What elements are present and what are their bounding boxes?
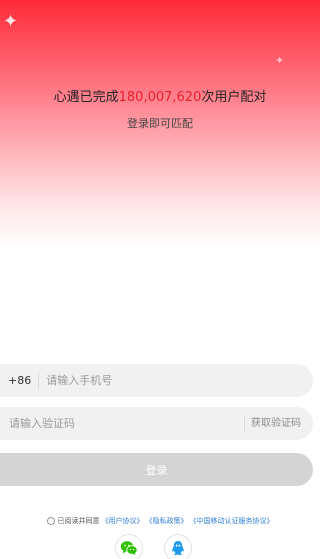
cmcc-auth-agreement-link[interactable]: 《中国移动认证服务协议》 xyxy=(190,516,274,526)
sparkle-icon: ✦ xyxy=(275,54,285,67)
agreement-row: 已阅读并同意 《用户协议》 《隐私政策》 《中国移动认证服务协议》 xyxy=(0,516,320,526)
headline-suffix: 次用户配对 xyxy=(201,90,267,105)
privacy-policy-link[interactable]: 《隐私政策》 xyxy=(146,516,188,526)
verification-code-input[interactable] xyxy=(0,406,244,441)
qq-icon xyxy=(172,541,184,556)
phone-input[interactable] xyxy=(39,363,313,398)
match-headline: 心遇已完成180,007,620次用户配对 xyxy=(0,86,320,105)
sparkle-icon: ✦ xyxy=(3,11,19,32)
login-screen: ✦ ✦ 心遇已完成180,007,620次用户配对 登录即可匹配 +86 获取验… xyxy=(0,0,320,559)
wechat-icon xyxy=(120,541,138,556)
match-count: 180,007,620 xyxy=(118,90,202,105)
get-code-button[interactable]: 获取验证码 xyxy=(244,414,313,433)
verification-code-field: 获取验证码 xyxy=(0,406,313,441)
agreement-checkbox[interactable] xyxy=(46,517,55,525)
phone-field: +86 xyxy=(0,363,313,398)
qq-login-button[interactable] xyxy=(164,534,192,559)
login-button[interactable]: 登录 xyxy=(0,453,313,486)
headline-prefix: 心遇已完成 xyxy=(53,90,119,105)
login-subtitle: 登录即可匹配 xyxy=(127,117,193,130)
wechat-login-button[interactable] xyxy=(115,534,143,559)
country-code-selector[interactable]: +86 xyxy=(0,372,40,389)
user-agreement-link[interactable]: 《用户协议》 xyxy=(102,516,144,526)
agreement-prefix: 已阅读并同意 xyxy=(57,517,100,525)
